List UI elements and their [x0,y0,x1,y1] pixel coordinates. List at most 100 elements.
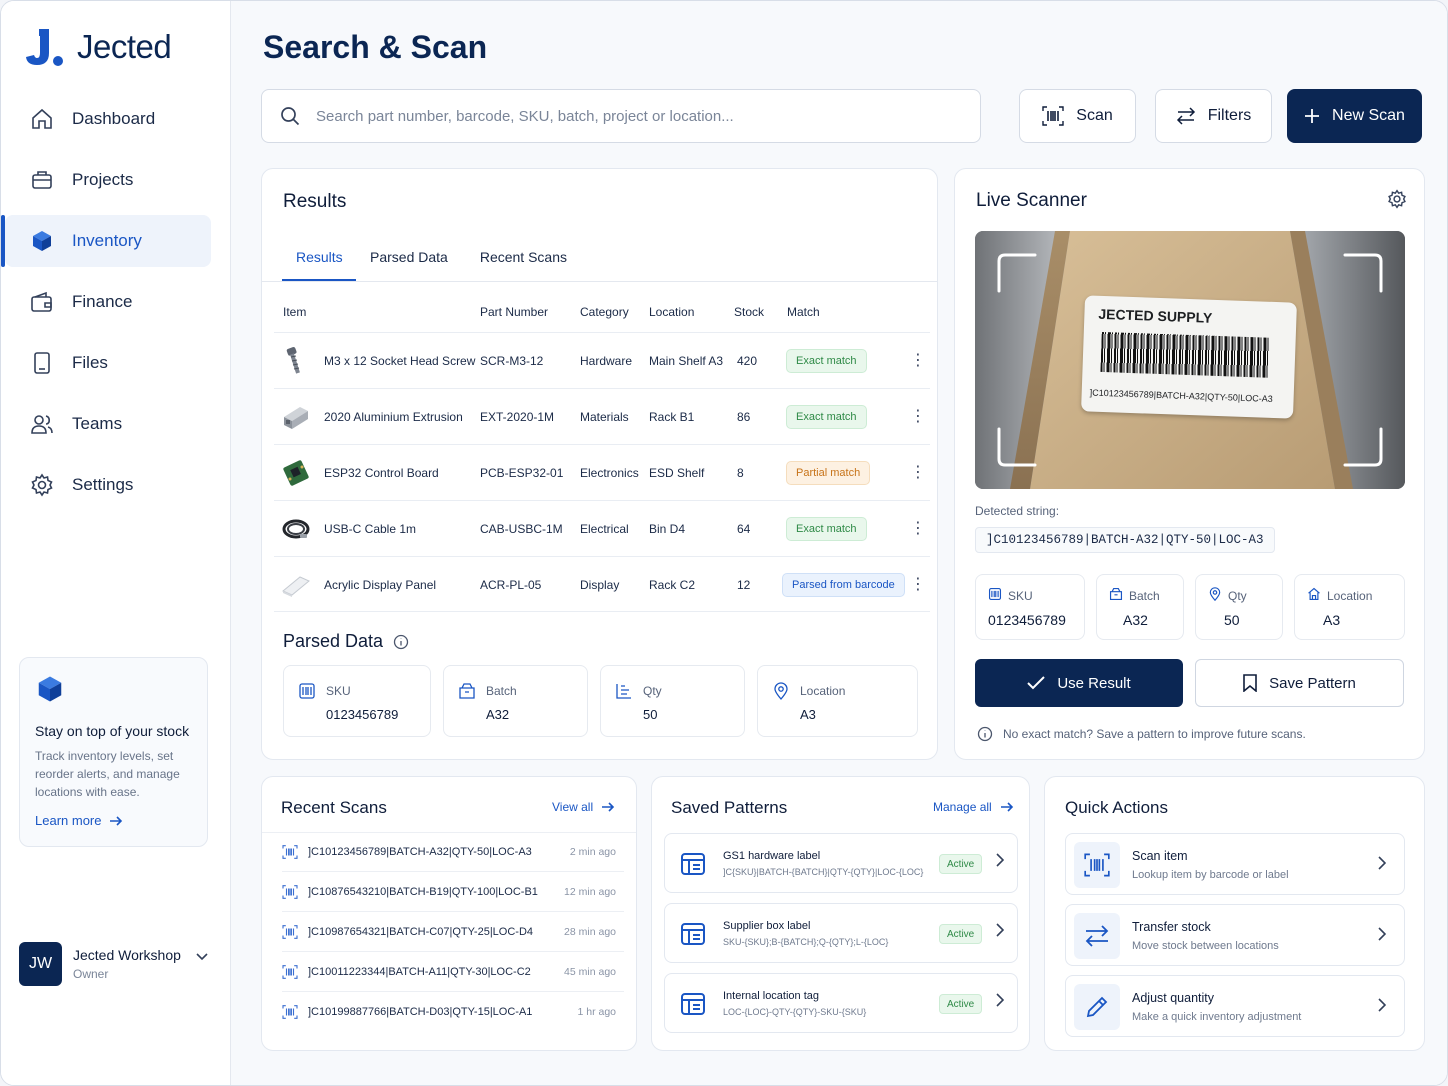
scan-code: ]C10123456789|BATCH-A32|QTY-50|LOC-A3 [308,845,532,858]
table-row[interactable]: ESP32 Control Board PCB-ESP32-01 Electro… [274,444,930,500]
learn-more-label: Learn more [35,813,102,828]
scanner-label: Qty [1228,589,1247,603]
list-item[interactable]: ]C10876543210|BATCH-B19|QTY-100|LOC-B1 1… [282,872,624,912]
parsed-label: Location [800,684,846,698]
box-icon [1109,587,1123,601]
location-pin-icon [774,682,788,700]
manage-all-link[interactable]: Manage all [933,800,1014,814]
sidebar-item-teams[interactable]: Teams [5,398,211,450]
main-content: Search & Scan Scan Filters New Scan Resu… [231,1,1447,1085]
promo-card: Stay on top of your stock Track inventor… [19,657,208,847]
quantity-icon [616,684,631,699]
action-name: Adjust quantity [1132,991,1214,1005]
new-scan-button-label: New Scan [1332,107,1405,124]
list-item[interactable]: ]C10987654321|BATCH-C07|QTY-25|LOC-D4 28… [282,912,624,952]
camera-view[interactable]: JECTED SUPPLY ]C10123456789|BATCH-A32|QT… [975,231,1405,489]
filters-button[interactable]: Filters [1155,89,1272,143]
pattern-item[interactable]: Internal location tag LOC-{LOC}-QTY-{QTY… [664,973,1018,1033]
file-icon [29,350,55,376]
label-template-icon [681,853,705,875]
location: ESD Shelf [649,466,705,480]
sidebar-item-inventory[interactable]: Inventory [1,215,211,267]
results-title: Results [283,191,347,212]
scanner-field-qty: Qty 50 [1195,574,1283,640]
scan-time: 12 min ago [564,885,616,898]
gear-icon[interactable] [1387,189,1407,209]
more-options-icon[interactable]: ⋮ [910,463,926,483]
more-options-icon[interactable]: ⋮ [910,407,926,427]
user-name: Jected Workshop [73,947,181,963]
tab-recent-scans[interactable]: Recent Scans [462,241,581,281]
app-name: Jected [77,28,172,65]
tab-divider [262,281,937,282]
search-bar[interactable] [261,89,981,143]
app-window: Jected Dashboard Projects Inventory Fina… [0,0,1448,1086]
search-icon [281,107,300,126]
sidebar-item-projects[interactable]: Projects [5,154,211,206]
info-icon [977,726,993,742]
table-row[interactable]: USB-C Cable 1m CAB-USBC-1M Electrical Bi… [274,500,930,556]
pattern-name: Internal location tag [723,990,820,1002]
more-options-icon[interactable]: ⋮ [910,519,926,539]
table-row[interactable]: 2020 Aluminium Extrusion EXT-2020-1M Mat… [274,388,930,444]
stock: 86 [737,410,751,424]
scan-time: 28 min ago [564,925,616,938]
stock: 64 [737,522,751,536]
sidebar: Jected Dashboard Projects Inventory Fina… [1,1,231,1085]
stock: 8 [737,466,744,480]
new-scan-button[interactable]: New Scan [1287,89,1422,143]
warehouse-icon [1308,587,1320,601]
sidebar-item-settings[interactable]: Settings [5,459,211,511]
parsed-data-heading: Parsed Data [283,631,409,652]
part-number: ACR-PL-05 [480,578,542,592]
use-result-button[interactable]: Use Result [975,659,1183,707]
pattern-item[interactable]: Supplier box label SKU-{SKU};B-{BATCH};Q… [664,903,1018,963]
user-role: Owner [73,967,109,981]
scanner-label: Location [1327,589,1373,603]
user-menu[interactable]: JW Jected Workshop Owner [19,941,214,987]
scanner-field-location: Location A3 [1294,574,1405,640]
icon-box [1074,913,1120,959]
quick-action-adjust-quantity[interactable]: Adjust quantity Make a quick inventory a… [1065,975,1405,1037]
parsed-field-batch: Batch A32 [443,665,588,737]
scan-time: 2 min ago [569,845,616,858]
sidebar-item-dashboard[interactable]: Dashboard [5,93,211,145]
tab-parsed-data[interactable]: Parsed Data [356,241,462,281]
column-header-match: Match [787,305,820,319]
quick-action-scan-item[interactable]: Scan item Lookup item by barcode or labe… [1065,833,1405,895]
more-options-icon[interactable]: ⋮ [910,351,926,371]
cable-thumbnail [282,519,310,539]
table-row[interactable]: M3 x 12 Socket Head Screw SCR-M3-12 Hard… [274,332,930,388]
table-row[interactable]: Acrylic Display Panel ACR-PL-05 Display … [274,556,930,612]
pattern-item[interactable]: GS1 hardware label ]C{SKU}|BATCH-{BATCH}… [664,833,1018,893]
tab-results[interactable]: Results [282,241,356,281]
chevron-down-icon[interactable] [196,953,208,961]
quick-action-transfer-stock[interactable]: Transfer stock Move stock between locati… [1065,904,1405,966]
scan-button[interactable]: Scan [1019,89,1136,143]
acrylic-panel-thumbnail [282,576,310,597]
logo[interactable]: Jected [25,27,172,67]
save-pattern-button[interactable]: Save Pattern [1195,659,1404,707]
recent-scans-card: Recent Scans View all ]C10123456789|BATC… [261,776,637,1051]
arrow-right-icon [602,802,615,812]
info-icon[interactable] [393,634,409,650]
label-template-icon [681,993,705,1015]
list-item[interactable]: ]C10199887766|BATCH-D03|QTY-15|LOC-A1 1 … [282,992,624,1032]
action-name: Scan item [1132,849,1188,863]
action-desc: Move stock between locations [1132,940,1279,952]
chevron-right-icon [1378,927,1386,941]
sidebar-item-label: Teams [72,414,123,433]
sidebar-item-files[interactable]: Files [5,337,211,389]
view-all-link[interactable]: View all [552,800,615,814]
learn-more-link[interactable]: Learn more [35,813,192,828]
search-input[interactable] [316,107,956,125]
chevron-right-icon [996,853,1004,867]
list-item[interactable]: ]C10123456789|BATCH-A32|QTY-50|LOC-A3 2 … [282,832,624,872]
more-options-icon[interactable]: ⋮ [910,575,926,595]
chevron-right-icon [996,923,1004,937]
filters-icon [1176,107,1195,125]
list-item[interactable]: ]C10011223344|BATCH-A11|QTY-30|LOC-C2 45… [282,952,624,992]
sidebar-item-label: Finance [72,292,133,311]
sidebar-item-finance[interactable]: Finance [5,276,211,328]
status-badge: Active [939,924,983,944]
